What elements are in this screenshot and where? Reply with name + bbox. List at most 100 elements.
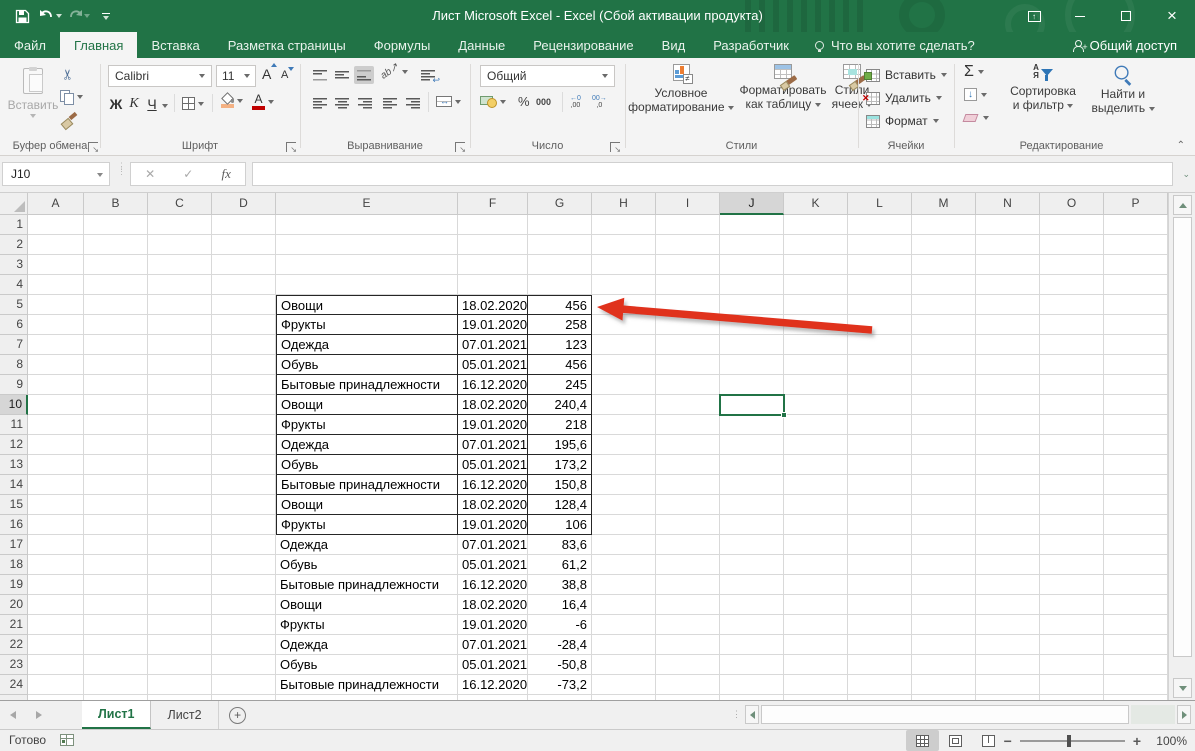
cell-H5[interactable] — [592, 295, 656, 315]
wrap-text-button[interactable]: ↩ — [418, 66, 438, 84]
format-cells-button[interactable]: Формат — [866, 110, 939, 132]
cell-H18[interactable] — [592, 555, 656, 575]
cell-K6[interactable] — [784, 315, 848, 335]
cell-O24[interactable] — [1040, 675, 1104, 695]
cell-C23[interactable] — [148, 655, 212, 675]
row-header-13[interactable]: 13 — [0, 455, 28, 475]
find-select-button[interactable]: Найти и выделить — [1086, 60, 1160, 115]
cell-L23[interactable] — [848, 655, 912, 675]
scroll-up-icon[interactable] — [1173, 195, 1192, 215]
tab-review[interactable]: Рецензирование — [519, 32, 647, 58]
cell-A5[interactable] — [28, 295, 84, 315]
cell-M6[interactable] — [912, 315, 976, 335]
cell-P20[interactable] — [1104, 595, 1168, 615]
cell-D14[interactable] — [212, 475, 276, 495]
cell-P19[interactable] — [1104, 575, 1168, 595]
sheet-tab-list2[interactable]: Лист2 — [151, 701, 218, 729]
cell-O21[interactable] — [1040, 615, 1104, 635]
cell-H24[interactable] — [592, 675, 656, 695]
cell-H2[interactable] — [592, 235, 656, 255]
close-icon[interactable]: × — [1149, 0, 1195, 32]
cell-H12[interactable] — [592, 435, 656, 455]
copy-button[interactable] — [60, 90, 83, 104]
cell-O11[interactable] — [1040, 415, 1104, 435]
cell-N9[interactable] — [976, 375, 1040, 395]
name-box[interactable]: J10 — [2, 162, 110, 186]
cell-I9[interactable] — [656, 375, 720, 395]
cell-M20[interactable] — [912, 595, 976, 615]
cell-C15[interactable] — [148, 495, 212, 515]
cell-L20[interactable] — [848, 595, 912, 615]
cell-J13[interactable] — [720, 455, 784, 475]
paste-button[interactable]: Вставить — [8, 64, 58, 118]
cell-J14[interactable] — [720, 475, 784, 495]
cell-B10[interactable] — [84, 395, 148, 415]
cell-O12[interactable] — [1040, 435, 1104, 455]
cell-A2[interactable] — [28, 235, 84, 255]
alignment-dialog-launcher-icon[interactable] — [455, 142, 465, 152]
column-header-M[interactable]: M — [912, 193, 976, 215]
tab-split-handle[interactable]: ⋮ — [732, 712, 740, 717]
cell-N18[interactable] — [976, 555, 1040, 575]
cell-J18[interactable] — [720, 555, 784, 575]
row-header-18[interactable]: 18 — [0, 555, 28, 575]
page-break-view-icon[interactable] — [972, 730, 1005, 751]
column-header-P[interactable]: P — [1104, 193, 1168, 215]
cell-D11[interactable] — [212, 415, 276, 435]
row-header-17[interactable]: 17 — [0, 535, 28, 555]
cell-F4[interactable] — [458, 275, 528, 295]
cell-K4[interactable] — [784, 275, 848, 295]
cell-I18[interactable] — [656, 555, 720, 575]
cell-A9[interactable] — [28, 375, 84, 395]
cell-K24[interactable] — [784, 675, 848, 695]
cell-I10[interactable] — [656, 395, 720, 415]
cell-C21[interactable] — [148, 615, 212, 635]
cell-J15[interactable] — [720, 495, 784, 515]
sheet-nav-right-icon[interactable] — [26, 701, 52, 729]
conditional-formatting-button[interactable]: ≠ Условное форматирование — [627, 60, 735, 114]
cell-O23[interactable] — [1040, 655, 1104, 675]
fill-handle[interactable] — [781, 412, 787, 418]
row-header-3[interactable]: 3 — [0, 255, 28, 275]
cell-L14[interactable] — [848, 475, 912, 495]
cell-G2[interactable] — [528, 235, 592, 255]
cell-I11[interactable] — [656, 415, 720, 435]
record-macro-icon[interactable] — [60, 734, 74, 746]
cell-O16[interactable] — [1040, 515, 1104, 535]
zoom-slider-thumb[interactable] — [1067, 735, 1071, 747]
cell-D4[interactable] — [212, 275, 276, 295]
cell-A24[interactable] — [28, 675, 84, 695]
cell-I24[interactable] — [656, 675, 720, 695]
cell-A21[interactable] — [28, 615, 84, 635]
autosum-button[interactable]: Σ — [964, 64, 984, 80]
column-header-F[interactable]: F — [458, 193, 528, 215]
cell-K8[interactable] — [784, 355, 848, 375]
cell-O1[interactable] — [1040, 215, 1104, 235]
cell-E13[interactable]: Обувь — [276, 455, 458, 475]
cell-D9[interactable] — [212, 375, 276, 395]
undo-icon[interactable] — [38, 4, 62, 28]
insert-cells-button[interactable]: Вставить — [866, 64, 947, 86]
cell-H23[interactable] — [592, 655, 656, 675]
cell-O4[interactable] — [1040, 275, 1104, 295]
cell-N6[interactable] — [976, 315, 1040, 335]
increase-font-icon[interactable]: A — [262, 66, 271, 82]
cell-C4[interactable] — [148, 275, 212, 295]
customize-qat-icon[interactable] — [94, 4, 118, 28]
cell-F11[interactable]: 19.01.2020 — [458, 415, 528, 435]
row-header-1[interactable]: 1 — [0, 215, 28, 235]
share-button[interactable]: + Общий доступ — [1062, 32, 1187, 58]
sort-filter-button[interactable]: АЯ Сортировка и фильтр — [1002, 60, 1084, 112]
cell-O20[interactable] — [1040, 595, 1104, 615]
cell-N2[interactable] — [976, 235, 1040, 255]
cell-H11[interactable] — [592, 415, 656, 435]
decrease-font-icon[interactable]: A — [281, 69, 288, 81]
cell-G21[interactable]: -6 — [528, 615, 592, 635]
row-header-16[interactable]: 16 — [0, 515, 28, 535]
cell-B9[interactable] — [84, 375, 148, 395]
cell-H8[interactable] — [592, 355, 656, 375]
column-header-I[interactable]: I — [656, 193, 720, 215]
cell-C10[interactable] — [148, 395, 212, 415]
fill-color-button[interactable] — [220, 94, 243, 108]
cell-B4[interactable] — [84, 275, 148, 295]
